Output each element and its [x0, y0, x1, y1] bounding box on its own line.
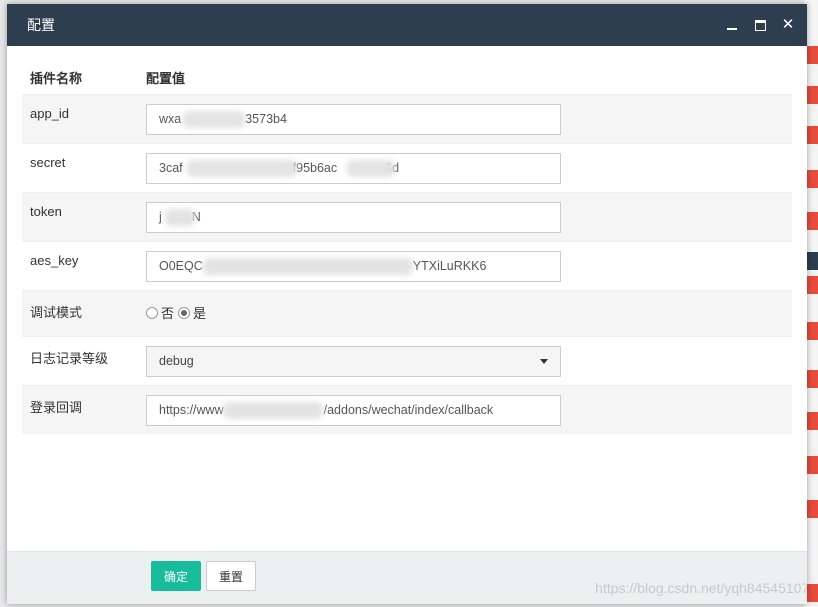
- maximize-button[interactable]: [753, 18, 767, 32]
- window-controls: ✕: [725, 4, 795, 46]
- log-level-value: debug: [159, 354, 194, 368]
- watermark: https://blog.csdn.net/yqh845451078: [595, 580, 807, 596]
- config-table: 插件名称 配置值 app_id wxa 3573b4 secret 3caf f95…: [22, 60, 792, 434]
- field-label: aes_key: [30, 253, 79, 268]
- radio-debug-on[interactable]: [178, 306, 191, 319]
- input-value-part: wxa: [159, 112, 182, 126]
- debug-mode-radio-group: 否 是: [146, 300, 792, 322]
- aes-key-input[interactable]: O0EQC YTXiLuRKK6: [146, 251, 561, 282]
- input-value-part: 3573b4: [245, 112, 287, 126]
- redaction-blur: [165, 209, 195, 226]
- input-value-part: /addons/wechat/index/callback: [323, 403, 494, 417]
- field-label: secret: [30, 155, 66, 170]
- input-value-part: f95b6ac: [292, 161, 338, 175]
- dropdown-caret-icon: [540, 359, 548, 364]
- redaction-blur: [223, 402, 323, 419]
- input-value-part: https://www: [159, 403, 224, 417]
- field-label: app_id: [30, 106, 70, 121]
- redaction-blur: [347, 160, 395, 177]
- maximize-icon: [754, 19, 766, 31]
- background-badge: [806, 126, 818, 144]
- background-badge: [806, 584, 818, 602]
- header-config-value: 配置值: [146, 70, 186, 86]
- radio-label-on[interactable]: 是: [193, 303, 206, 322]
- field-label: 日志记录等级: [30, 351, 109, 366]
- background-badge: [806, 46, 818, 64]
- background-badge: [806, 370, 818, 388]
- background-badge: [806, 500, 818, 518]
- redaction-blur: [203, 258, 413, 275]
- dialog-title: 配置: [27, 17, 55, 33]
- header-plugin-name: 插件名称: [30, 70, 83, 86]
- app-id-input[interactable]: wxa 3573b4: [146, 104, 561, 135]
- field-label: 调试模式: [30, 305, 83, 320]
- config-row-secret: secret 3caff95b6ac6d: [22, 143, 792, 193]
- close-icon: ✕: [781, 16, 795, 33]
- background-badge: [806, 212, 818, 230]
- config-row-app-id: app_id wxa 3573b4: [22, 94, 792, 144]
- login-callback-input[interactable]: https://www/addons/wechat/index/callback: [146, 395, 561, 426]
- token-input[interactable]: jN: [146, 202, 561, 233]
- confirm-button[interactable]: 确定: [151, 561, 201, 591]
- config-row-log-level: 日志记录等级 debug: [22, 336, 792, 386]
- reset-button[interactable]: 重置: [206, 561, 256, 591]
- close-button[interactable]: ✕: [781, 16, 795, 33]
- config-row-aes-key: aes_key O0EQC YTXiLuRKK6: [22, 241, 792, 291]
- redaction-blur: [183, 111, 245, 128]
- config-row-token: token jN: [22, 192, 792, 242]
- dialog-footer: 确定 重置 https://blog.csdn.net/yqh845451078: [7, 551, 807, 604]
- minimize-button[interactable]: [725, 18, 739, 32]
- dialog-titlebar[interactable]: 配置 ✕: [7, 4, 807, 46]
- secret-input[interactable]: 3caff95b6ac6d: [146, 153, 561, 184]
- radio-debug-off[interactable]: [146, 306, 158, 319]
- config-row-debug-mode: 调试模式 否 是: [22, 290, 792, 337]
- log-level-select[interactable]: debug: [146, 346, 561, 377]
- input-value-part: j: [159, 210, 162, 224]
- background-badge: [806, 276, 818, 294]
- input-value-part: 3caf: [159, 161, 183, 175]
- field-label: token: [30, 204, 62, 219]
- input-value-part: O0EQC: [159, 259, 203, 273]
- background-badge: [806, 86, 818, 104]
- field-label: 登录回调: [30, 400, 83, 415]
- radio-label-off[interactable]: 否: [161, 303, 174, 322]
- background-badge: [806, 412, 818, 430]
- config-row-login-callback: 登录回调 https://www/addons/wechat/index/cal…: [22, 385, 792, 434]
- redaction-blur: [187, 160, 297, 177]
- config-dialog: 配置 ✕ 插件名称 配置值 app_id wxa 3573b4 secret 3…: [7, 4, 807, 604]
- input-value-part: YTXiLuRKK6: [412, 259, 487, 273]
- background-badge: [806, 322, 818, 340]
- background-badge: [806, 456, 818, 474]
- background-badge: [806, 170, 818, 188]
- minimize-icon: [727, 28, 737, 30]
